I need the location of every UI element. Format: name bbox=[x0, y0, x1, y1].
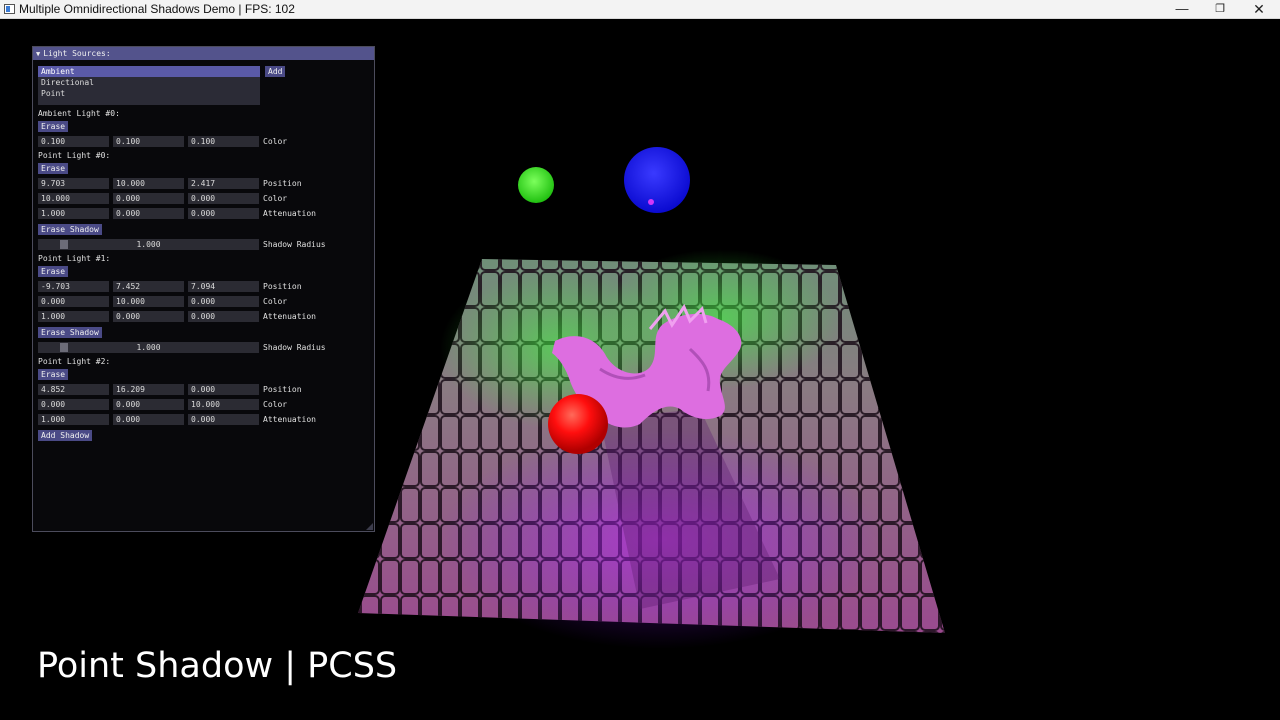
erase-point1-button[interactable]: Erase bbox=[38, 266, 69, 277]
slider-grab[interactable] bbox=[60, 240, 68, 249]
point2-attenuation-l[interactable]: 0.000 bbox=[113, 414, 184, 425]
point0-position-y[interactable]: 10.000 bbox=[113, 178, 184, 189]
ambient-heading: Ambient Light #0: bbox=[38, 109, 120, 118]
point1-attenuation-label: Attenuation bbox=[263, 312, 316, 321]
resize-grip-icon[interactable] bbox=[366, 523, 373, 530]
point1-shadow-radius-label: Shadow Radius bbox=[263, 343, 326, 352]
point2-position-x[interactable]: 4.852 bbox=[38, 384, 109, 395]
listbox-item-directional[interactable]: Directional bbox=[38, 77, 260, 88]
listbox-item-point[interactable]: Point bbox=[38, 88, 260, 99]
point1-color-label: Color bbox=[263, 297, 288, 306]
point0-shadow-radius-slider[interactable]: 1.000 bbox=[38, 239, 259, 250]
point0-attenuation-c[interactable]: 1.000 bbox=[38, 208, 109, 219]
point2-attenuation-q[interactable]: 0.000 bbox=[188, 414, 259, 425]
erase-ambient-button[interactable]: Erase bbox=[38, 121, 69, 132]
green-light-sphere bbox=[518, 167, 554, 203]
point1-color-g[interactable]: 10.000 bbox=[113, 296, 184, 307]
ambient-color-label: Color bbox=[263, 137, 288, 146]
erase-shadow-point1-button[interactable]: Erase Shadow bbox=[38, 327, 102, 338]
erase-point2-button[interactable]: Erase bbox=[38, 369, 69, 380]
erase-shadow-point0-button[interactable]: Erase Shadow bbox=[38, 224, 102, 235]
point0-position-label: Position bbox=[263, 179, 302, 188]
point1-position-label: Position bbox=[263, 282, 302, 291]
listbox-item-ambient[interactable]: Ambient bbox=[38, 66, 260, 77]
point0-color-label: Color bbox=[263, 194, 288, 203]
window-title: Multiple Omnidirectional Shadows Demo | … bbox=[19, 2, 295, 16]
point2-attenuation-label: Attenuation bbox=[263, 415, 316, 424]
point1-position-z[interactable]: 7.094 bbox=[188, 281, 259, 292]
point0-shadow-radius-value: 1.000 bbox=[136, 240, 161, 249]
restore-icon[interactable]: ❐ bbox=[1201, 0, 1239, 19]
point1-position-y[interactable]: 7.452 bbox=[113, 281, 184, 292]
point0-attenuation-l[interactable]: 0.000 bbox=[113, 208, 184, 219]
window-titlebar[interactable]: Multiple Omnidirectional Shadows Demo | … bbox=[0, 0, 1280, 19]
point2-position-label: Position bbox=[263, 385, 302, 394]
ambient-color-r[interactable]: 0.100 bbox=[38, 136, 109, 147]
point1-attenuation-c[interactable]: 1.000 bbox=[38, 311, 109, 322]
point2-attenuation-c[interactable]: 1.000 bbox=[38, 414, 109, 425]
panel-header[interactable]: ▼ Light Sources: bbox=[33, 47, 374, 60]
point2-color-label: Color bbox=[263, 400, 288, 409]
red-light-sphere bbox=[548, 394, 608, 454]
point2-position-y[interactable]: 16.209 bbox=[113, 384, 184, 395]
point0-color-r[interactable]: 10.000 bbox=[38, 193, 109, 204]
point1-color-r[interactable]: 0.000 bbox=[38, 296, 109, 307]
light-type-listbox[interactable]: Ambient Directional Point bbox=[38, 66, 260, 105]
stone-floor bbox=[358, 249, 945, 649]
point0-attenuation-q[interactable]: 0.000 bbox=[188, 208, 259, 219]
point2-position-z[interactable]: 0.000 bbox=[188, 384, 259, 395]
point1-attenuation-q[interactable]: 0.000 bbox=[188, 311, 259, 322]
point1-shadow-radius-value: 1.000 bbox=[136, 343, 161, 352]
collapse-triangle-icon[interactable]: ▼ bbox=[36, 50, 40, 58]
point2-color-r[interactable]: 0.000 bbox=[38, 399, 109, 410]
add-shadow-point2-button[interactable]: Add Shadow bbox=[38, 430, 93, 441]
add-light-button[interactable]: Add bbox=[265, 66, 286, 77]
ambient-color-g[interactable]: 0.100 bbox=[113, 136, 184, 147]
point1-color-b[interactable]: 0.000 bbox=[188, 296, 259, 307]
video-caption: Point Shadow | PCSS bbox=[37, 646, 398, 686]
point1-shadow-radius-slider[interactable]: 1.000 bbox=[38, 342, 259, 353]
point1-position-x[interactable]: -9.703 bbox=[38, 281, 109, 292]
point1-attenuation-l[interactable]: 0.000 bbox=[113, 311, 184, 322]
point0-attenuation-label: Attenuation bbox=[263, 209, 316, 218]
ambient-color-b[interactable]: 0.100 bbox=[188, 136, 259, 147]
minimize-icon[interactable]: — bbox=[1163, 0, 1201, 19]
point0-heading: Point Light #0: bbox=[38, 151, 111, 160]
panel-title: Light Sources: bbox=[43, 49, 111, 58]
point2-color-g[interactable]: 0.000 bbox=[113, 399, 184, 410]
erase-point0-button[interactable]: Erase bbox=[38, 163, 69, 174]
close-icon[interactable]: ✕ bbox=[1240, 0, 1278, 19]
point0-color-b[interactable]: 0.000 bbox=[188, 193, 259, 204]
blue-light-sphere bbox=[624, 147, 690, 213]
point0-color-g[interactable]: 0.000 bbox=[113, 193, 184, 204]
app-icon bbox=[4, 4, 15, 14]
point2-heading: Point Light #2: bbox=[38, 357, 111, 366]
slider-grab[interactable] bbox=[60, 343, 68, 352]
point0-position-x[interactable]: 9.703 bbox=[38, 178, 109, 189]
point1-heading: Point Light #1: bbox=[38, 254, 111, 263]
point0-position-z[interactable]: 2.417 bbox=[188, 178, 259, 189]
light-sources-panel[interactable]: ▼ Light Sources: Ambient Directional Poin… bbox=[32, 46, 375, 532]
point0-shadow-radius-label: Shadow Radius bbox=[263, 240, 326, 249]
point2-color-b[interactable]: 10.000 bbox=[188, 399, 259, 410]
